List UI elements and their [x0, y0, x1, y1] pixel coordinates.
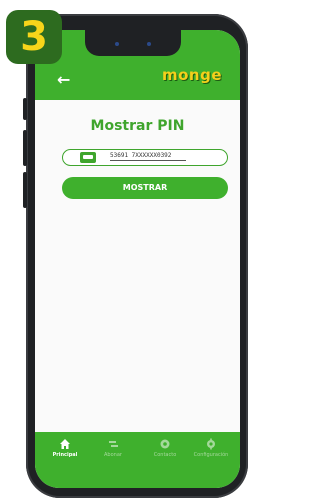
- step-badge: 3: [6, 10, 62, 64]
- app-screen: ← monge Mostrar PIN 53691 7XXXXXX0392 MO…: [35, 30, 240, 488]
- nav-label: Abonar: [104, 452, 122, 458]
- page-title: Mostrar PIN: [90, 118, 185, 134]
- show-pin-button[interactable]: MOSTRAR: [62, 177, 228, 199]
- card-number-field[interactable]: 53691 7XXXXXX0392: [62, 149, 228, 166]
- back-arrow-icon[interactable]: ←: [57, 70, 70, 89]
- nav-item-principal[interactable]: Principal: [43, 438, 87, 458]
- credit-card-icon: [80, 152, 96, 163]
- phone-side-button: [23, 98, 27, 120]
- brand-logo: monge: [161, 66, 222, 84]
- phone-notch: [85, 30, 181, 56]
- nav-item-configuracion[interactable]: Configuración: [189, 438, 233, 458]
- phone-volume-down: [23, 172, 27, 208]
- nav-label: Principal: [52, 452, 78, 458]
- gear-icon: [207, 438, 215, 450]
- camera-dot-icon: [115, 42, 119, 46]
- nav-label: Contacto: [153, 452, 177, 458]
- home-icon: [60, 439, 70, 449]
- card-number-value: 53691 7XXXXXX0392: [110, 152, 186, 161]
- nav-item-abonar[interactable]: Abonar: [91, 438, 135, 458]
- bottom-nav: Principal Abonar Contacto Configuración: [35, 432, 240, 488]
- chat-icon: [160, 439, 170, 449]
- transfer-icon: [109, 441, 118, 447]
- phone-volume-up: [23, 130, 27, 166]
- sensor-dot-icon: [147, 42, 151, 46]
- nav-item-contacto[interactable]: Contacto: [143, 438, 187, 458]
- nav-label: Configuración: [193, 452, 229, 458]
